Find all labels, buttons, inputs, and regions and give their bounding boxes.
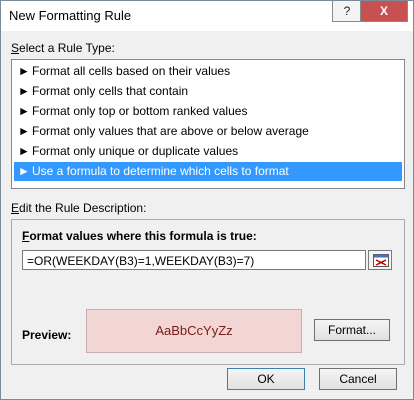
arrow-icon: ► xyxy=(18,104,30,118)
rule-item-use-formula[interactable]: ► Use a formula to determine which cells … xyxy=(14,162,402,181)
new-formatting-rule-dialog: New Formatting Rule ? X Select a Rule Ty… xyxy=(0,0,414,400)
rule-item-all-cells[interactable]: ► Format all cells based on their values xyxy=(14,62,402,81)
close-button[interactable]: X xyxy=(360,1,408,22)
rule-description-label: Edit the Rule Description: xyxy=(11,201,147,215)
arrow-icon: ► xyxy=(18,84,30,98)
dialog-title: New Formatting Rule xyxy=(9,8,132,23)
arrow-icon: ► xyxy=(18,124,30,138)
arrow-icon: ► xyxy=(18,64,30,78)
rule-item-label: Format only cells that contain xyxy=(32,84,189,98)
help-button[interactable]: ? xyxy=(332,1,362,22)
collapse-dialog-button[interactable] xyxy=(368,250,392,270)
range-select-icon xyxy=(373,254,389,267)
arrow-icon: ► xyxy=(18,144,30,158)
rule-item-cells-contain[interactable]: ► Format only cells that contain xyxy=(14,82,402,101)
rule-item-label: Format only top or bottom ranked values xyxy=(32,104,248,118)
formula-label: Format values where this formula is true… xyxy=(22,229,257,243)
rule-type-label: Select a Rule Type: xyxy=(11,41,115,55)
arrow-icon: ► xyxy=(18,164,30,178)
format-button[interactable]: Format... xyxy=(314,319,390,341)
cancel-button[interactable]: Cancel xyxy=(319,368,397,390)
rule-item-above-below-average[interactable]: ► Format only values that are above or be… xyxy=(14,122,402,141)
title-bar: New Formatting Rule ? X xyxy=(1,1,413,31)
ok-button[interactable]: OK xyxy=(227,368,305,390)
formula-input[interactable]: =OR(WEEKDAY(B3)=1,WEEKDAY(B3)=7) xyxy=(22,250,366,270)
preview-label: Preview: xyxy=(22,328,72,342)
rule-item-label: Format only unique or duplicate values xyxy=(32,144,239,158)
preview-swatch: AaBbCcYyZz xyxy=(86,309,302,353)
rule-item-label: Format all cells based on their values xyxy=(32,64,231,78)
rule-description-panel: Format values where this formula is true… xyxy=(11,219,405,365)
rule-item-label: Format only values that are above or bel… xyxy=(32,124,309,138)
rule-type-list[interactable]: ► Format all cells based on their values … xyxy=(11,59,405,189)
rule-item-label: Use a formula to determine which cells t… xyxy=(32,164,289,178)
rule-item-unique-duplicate[interactable]: ► Format only unique or duplicate values xyxy=(14,142,402,161)
rule-item-top-bottom[interactable]: ► Format only top or bottom ranked values xyxy=(14,102,402,121)
